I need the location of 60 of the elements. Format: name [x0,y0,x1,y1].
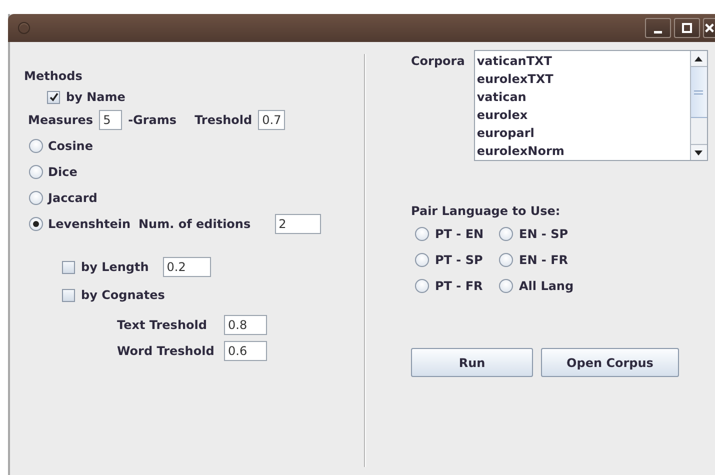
input-field[interactable]: 0.6 [224,341,267,361]
window-menu-icon[interactable] [18,22,30,34]
checkbox[interactable] [62,260,75,274]
scroll-up-icon[interactable] [690,51,707,67]
radio-button[interactable] [415,227,429,241]
list-item[interactable]: europarl [476,124,688,142]
radio-button[interactable] [415,279,429,293]
field-label: Measures [28,113,94,127]
radio-button[interactable] [499,227,513,241]
radio-label: PT - FR [435,279,483,293]
minimize-icon [654,30,662,34]
radio-label: PT - SP [435,253,483,267]
minimize-button[interactable] [645,18,671,38]
checkbox[interactable] [47,90,60,104]
checkbox-label: by Name [66,90,126,104]
radio-button[interactable] [29,165,43,179]
scroll-thumb[interactable] [690,67,707,118]
radio-button[interactable] [29,139,43,153]
close-button[interactable] [703,18,715,38]
radio-label: EN - FR [519,253,568,267]
field-label: Word Treshold [117,344,216,358]
section-label: Methods [24,69,84,83]
input-field[interactable]: 0.8 [224,315,267,335]
field-label: Num. of editions [138,217,251,231]
maximize-icon [681,22,693,34]
field-label: Text Treshold [117,318,208,332]
list-item[interactable]: eurolexTXT [476,70,688,88]
radio-button[interactable] [499,253,513,267]
radio-button[interactable] [29,191,43,205]
radio-label: Levenshtein [48,217,131,231]
action-button[interactable]: Open Corpus [541,348,679,377]
checkbox-label: by Length [81,260,149,274]
radio-label: Dice [48,165,78,179]
checkbox[interactable] [62,288,75,302]
input-field[interactable]: 5 [99,110,122,130]
list-item[interactable]: eurolex [476,106,688,124]
maximize-button[interactable] [674,18,700,38]
input-field[interactable]: 0.2 [162,257,211,277]
list-item[interactable]: vatican [476,88,688,106]
section-label: Pair Language to Use: [411,204,562,218]
field-label: Treshold [194,113,252,127]
radio-label: Cosine [48,139,93,153]
checkbox-label: by Cognates [81,288,165,302]
radio-button[interactable] [29,217,43,231]
list-label: Corpora [411,54,465,68]
radio-label: EN - SP [519,227,568,241]
input-field[interactable]: 0.7 [258,110,286,130]
field-label: -Grams [128,113,177,127]
list-item[interactable]: vaticanTXT [476,52,688,70]
radio-button[interactable] [415,253,429,267]
scroll-down-icon[interactable] [690,144,707,160]
radio-label: All Lang [519,279,574,293]
scrollbar[interactable] [690,51,707,160]
radio-label: PT - EN [435,227,484,241]
radio-label: Jaccard [48,191,98,205]
radio-button[interactable] [499,279,513,293]
action-button[interactable]: Run [411,348,533,377]
input-field[interactable]: 2 [274,214,321,234]
list-item[interactable]: eurolexNorm [476,142,688,160]
close-icon [704,22,715,34]
